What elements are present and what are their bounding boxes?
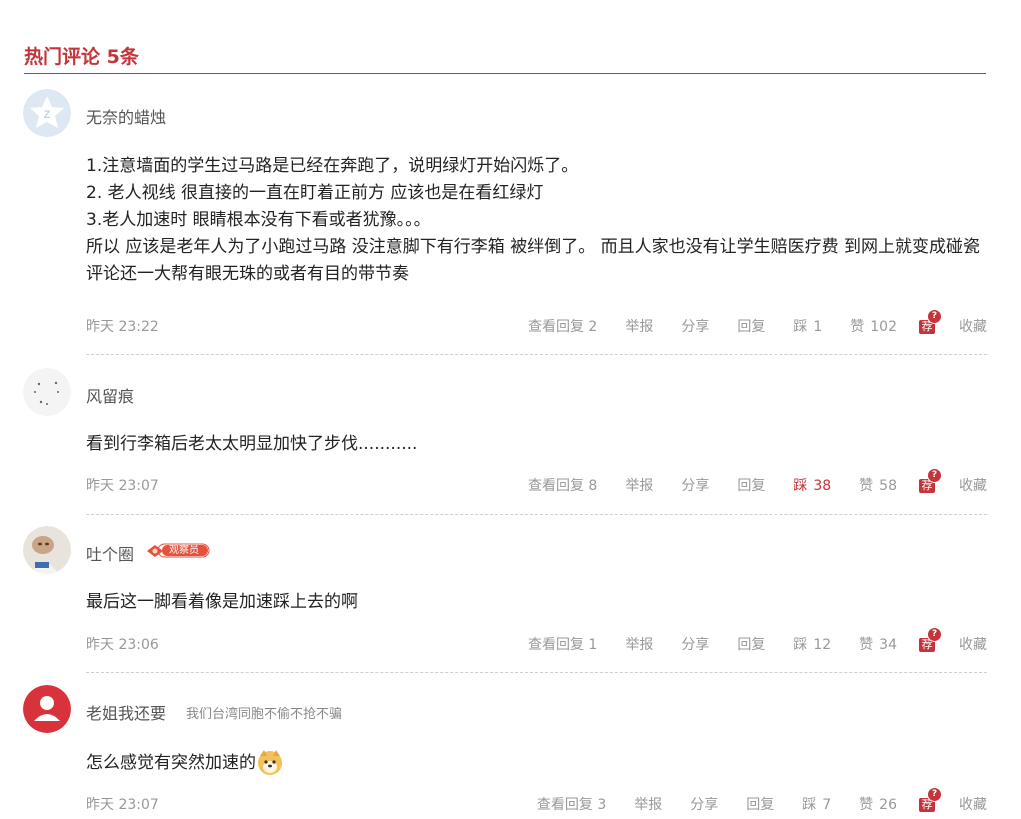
view-replies-link[interactable]: 查看回复 2 [528, 316, 597, 336]
comment-line: 所以 应该是老年人为了小跑过马路 没注意脚下有行李箱 被绊倒了。 而且人家也没有… [86, 237, 981, 284]
comment-text: 1.注意墙面的学生过马路是已经在奔跑了，说明绿灯开始闪烁了。 2. 老人视线 很… [86, 153, 981, 288]
reply-link[interactable]: 回复 [737, 475, 765, 495]
comment-line: 2. 老人视线 很直接的一直在盯着正前方 应该也是在看红绿灯 [86, 183, 544, 203]
like-label: 赞 [859, 637, 874, 653]
dislike-button[interactable]: 踩7 [802, 794, 831, 814]
question-badge-icon: ? [927, 309, 942, 324]
dislike-button[interactable]: 踩 38 [793, 475, 831, 495]
comment-text: 怎么感觉有突然加速的 [86, 748, 981, 777]
comment-actions: 查看回复 3 举报 分享 回复 踩7 赞 26 荐? 收藏 [537, 787, 987, 814]
collect-link[interactable]: 收藏 [959, 634, 987, 654]
comment-line-text: 怎么感觉有突然加速的 [86, 753, 256, 773]
dislike-count: 38 [813, 478, 832, 494]
recommend-icon[interactable]: 荐? [919, 787, 942, 812]
comment-actions: 查看回复 2 举报 分享 回复 踩1 赞 102 荐? 收藏 [528, 309, 987, 336]
like-count: 34 [879, 637, 897, 653]
dotted-avatar-icon [23, 368, 71, 416]
hot-comments-title: 热门评论 5条 [24, 46, 139, 68]
dislike-count: 12 [813, 637, 832, 653]
shiba-emoji-icon [258, 750, 282, 775]
reply-link[interactable]: 回复 [737, 316, 765, 336]
like-count: 102 [870, 319, 897, 335]
person-avatar-icon [23, 685, 71, 733]
report-link[interactable]: 举报 [634, 794, 662, 814]
dislike-label: 踩 [793, 637, 808, 653]
recommend-icon[interactable]: 荐? [919, 309, 942, 334]
like-label: 赞 [859, 797, 874, 813]
comment-divider [86, 354, 987, 355]
dislike-label: 踩 [793, 478, 808, 494]
view-replies-link[interactable]: 查看回复 3 [537, 794, 606, 814]
comment-meta: 昨天 23:07 查看回复 8 举报 分享 回复 踩 38 赞 58 荐? 收藏 [86, 468, 987, 497]
question-badge-icon: ? [927, 787, 942, 802]
reply-link[interactable]: 回复 [746, 794, 774, 814]
comment-time: 昨天 23:07 [86, 478, 159, 494]
question-badge-icon: ? [927, 468, 942, 483]
dislike-button[interactable]: 踩 12 [793, 634, 831, 654]
avatar[interactable] [23, 526, 71, 574]
avatar[interactable] [23, 368, 71, 416]
reply-link[interactable]: 回复 [737, 634, 765, 654]
dislike-count: 1 [813, 319, 823, 335]
question-badge-icon: ? [927, 627, 942, 642]
observer-badge-label: 观察员 [169, 545, 199, 556]
dislike-count: 7 [822, 797, 832, 813]
collect-link[interactable]: 收藏 [959, 794, 987, 814]
comment-actions: 查看回复 1 举报 分享 回复 踩 12 赞 34 荐? 收藏 [528, 627, 987, 654]
share-link[interactable]: 分享 [681, 316, 709, 336]
comment-meta: 昨天 23:06 查看回复 1 举报 分享 回复 踩 12 赞 34 荐? 收藏 [86, 627, 987, 656]
view-replies-link[interactable]: 查看回复 1 [528, 634, 597, 654]
share-link[interactable]: 分享 [681, 634, 709, 654]
like-count: 26 [879, 797, 897, 813]
comment-meta: 昨天 23:07 查看回复 3 举报 分享 回复 踩7 赞 26 荐? 收藏 [86, 787, 987, 816]
comment-time: 昨天 23:06 [86, 637, 159, 653]
comment-time: 昨天 23:22 [86, 319, 159, 335]
recommend-icon[interactable]: 荐? [919, 468, 942, 493]
like-label: 赞 [850, 319, 865, 335]
collect-link[interactable]: 收藏 [959, 316, 987, 336]
user-signature: 我们台湾同胞不偷不抢不骗 [186, 707, 343, 722]
comment-meta: 昨天 23:22 查看回复 2 举报 分享 回复 踩1 赞 102 荐? 收藏 [86, 309, 987, 338]
report-link[interactable]: 举报 [625, 475, 653, 495]
comment-line: 看到行李箱后老太太明显加快了步伐........... [86, 434, 418, 454]
comment-line: 1.注意墙面的学生过马路是已经在奔跑了，说明绿灯开始闪烁了。 [86, 156, 579, 176]
username[interactable]: 风留痕 [86, 383, 134, 407]
recommend-icon[interactable]: 荐? [919, 627, 942, 652]
like-count: 58 [879, 478, 897, 494]
comment-time: 昨天 23:07 [86, 797, 159, 813]
username[interactable]: 无奈的蜡烛 [86, 104, 166, 128]
username[interactable]: 老姐我还要 [86, 700, 166, 724]
dislike-label: 踩 [802, 797, 817, 813]
dislike-button[interactable]: 踩1 [793, 316, 822, 336]
avatar[interactable] [23, 685, 71, 733]
username[interactable]: 吐个圈 [86, 541, 134, 565]
comment-line: 最后这一脚看着像是加速踩上去的啊 [86, 592, 358, 612]
comment-divider [86, 514, 987, 515]
like-button[interactable]: 赞 102 [850, 316, 897, 336]
dislike-label: 踩 [793, 319, 808, 335]
avatar[interactable]: Z [23, 89, 71, 137]
user-photo-avatar-icon [23, 526, 71, 574]
comment-line: 怎么感觉有突然加速的 [86, 748, 981, 777]
collect-link[interactable]: 收藏 [959, 475, 987, 495]
default-avatar-icon: Z [23, 89, 71, 137]
like-label: 赞 [859, 478, 874, 494]
share-link[interactable]: 分享 [690, 794, 718, 814]
comment-text: 看到行李箱后老太太明显加快了步伐........... [86, 431, 981, 458]
report-link[interactable]: 举报 [625, 634, 653, 654]
comment-text: 最后这一脚看着像是加速踩上去的啊 [86, 589, 981, 616]
view-replies-link[interactable]: 查看回复 8 [528, 475, 597, 495]
comment-divider [86, 672, 987, 673]
like-button[interactable]: 赞 34 [859, 634, 897, 654]
hot-comments-header: 热门评论 5条 [24, 40, 986, 74]
share-link[interactable]: 分享 [681, 475, 709, 495]
report-link[interactable]: 举报 [625, 316, 653, 336]
comment-line: 3.老人加速时 眼睛根本没有下看或者犹豫。。。 [86, 210, 431, 230]
svg-text:Z: Z [44, 109, 51, 121]
like-button[interactable]: 赞 58 [859, 475, 897, 495]
like-button[interactable]: 赞 26 [859, 794, 897, 814]
comment-actions: 查看回复 8 举报 分享 回复 踩 38 赞 58 荐? 收藏 [528, 468, 987, 495]
observer-badge: 观察员 [146, 542, 210, 559]
